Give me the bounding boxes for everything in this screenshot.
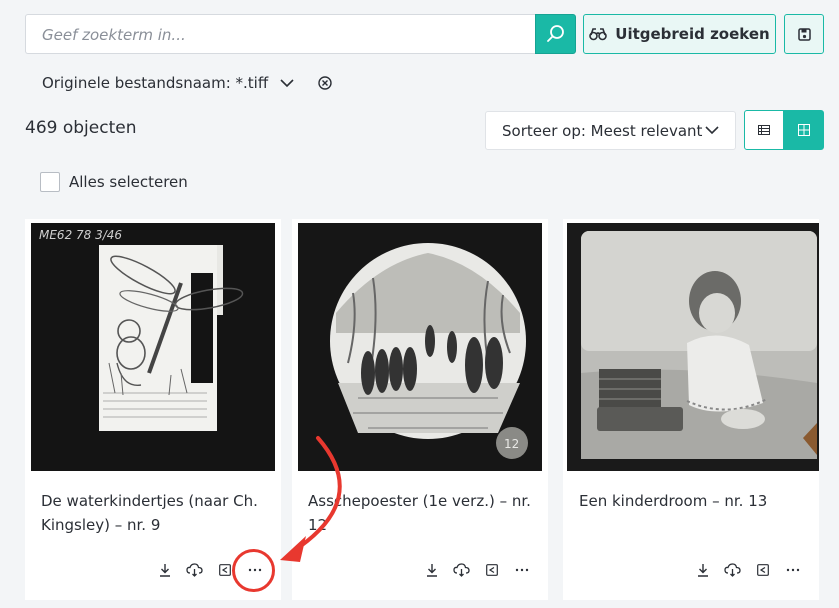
annotation-circle bbox=[232, 549, 275, 592]
annotation-arrow bbox=[280, 436, 342, 562]
